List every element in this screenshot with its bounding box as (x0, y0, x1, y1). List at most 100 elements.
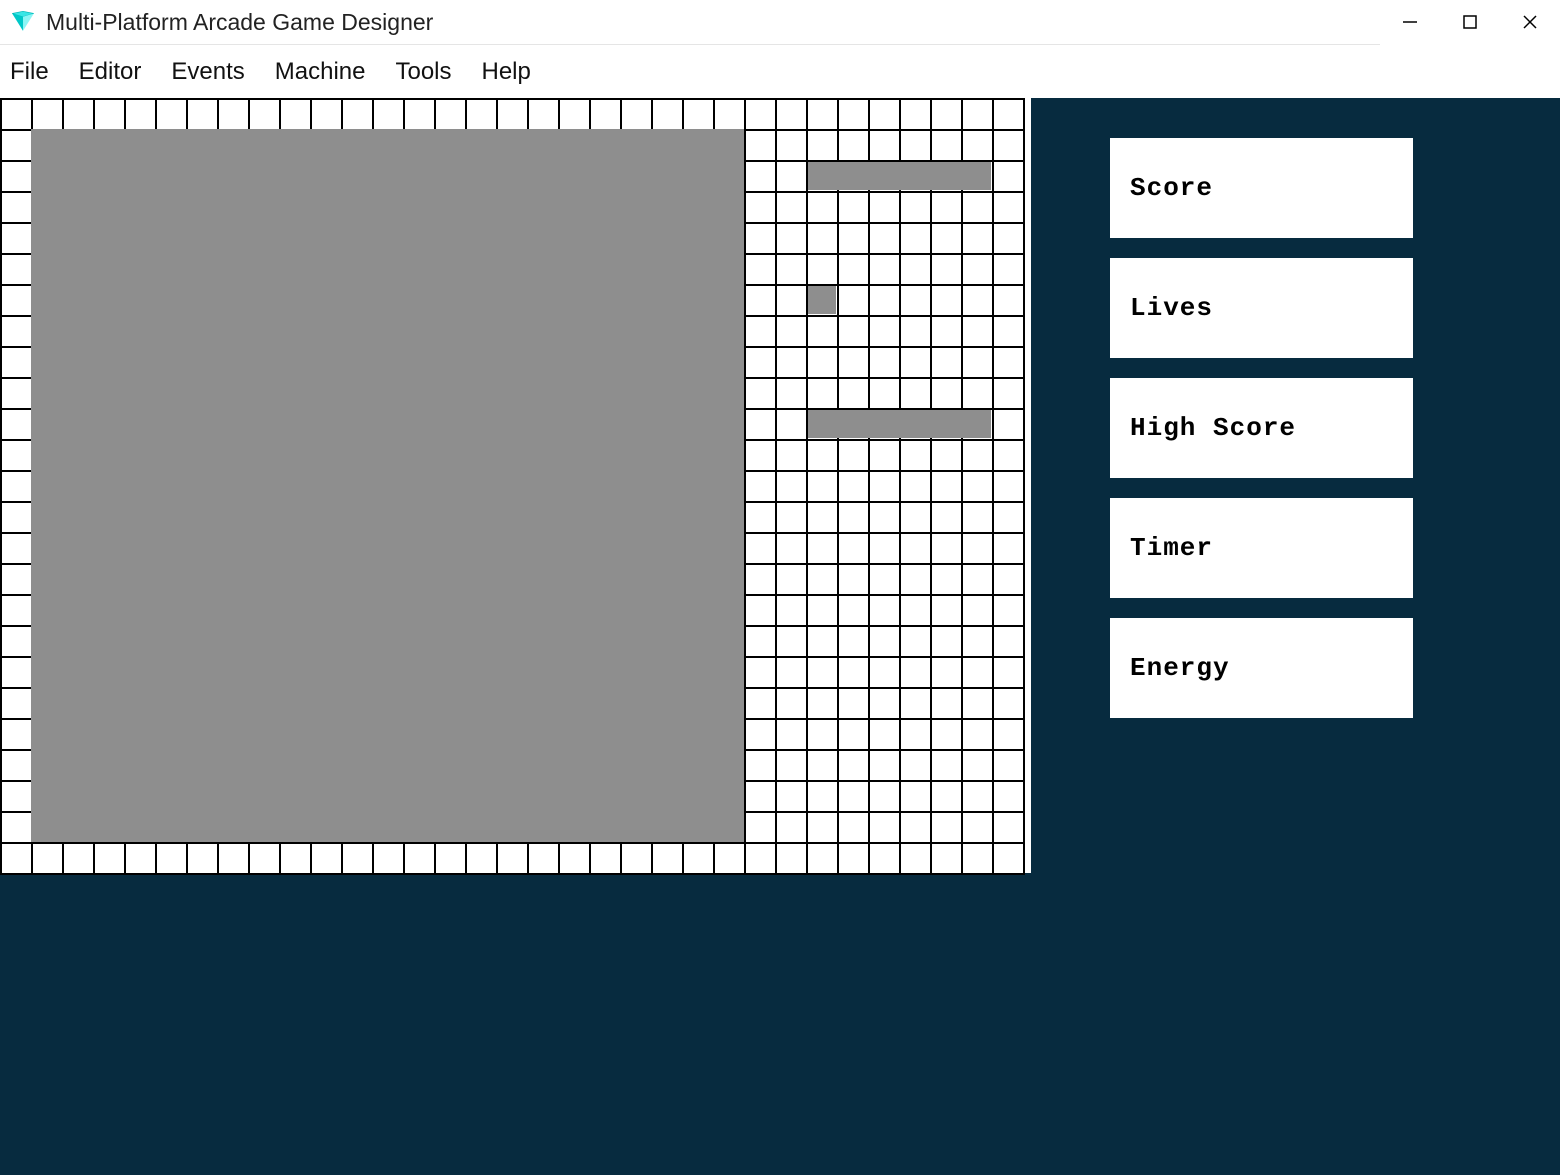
grid-cell[interactable] (0, 594, 33, 627)
grid-cell[interactable] (992, 346, 1025, 379)
menu-tools[interactable]: Tools (395, 58, 451, 86)
grid-cell[interactable] (744, 346, 777, 379)
grid-cell[interactable] (899, 563, 932, 596)
grid-cell[interactable] (868, 439, 901, 472)
grid-cell[interactable] (930, 842, 963, 875)
grid-cell[interactable] (961, 315, 994, 348)
grid-cell[interactable] (806, 532, 839, 565)
grid-cell[interactable] (899, 191, 932, 224)
grid-cell[interactable] (837, 222, 870, 255)
grid-cell[interactable] (0, 563, 33, 596)
grid-cell[interactable] (124, 98, 157, 131)
grid-cell[interactable] (961, 780, 994, 813)
grid-cell[interactable] (744, 594, 777, 627)
grid-cell[interactable] (775, 253, 808, 286)
grid-cell[interactable] (899, 129, 932, 162)
grid-cell[interactable] (806, 346, 839, 379)
grid-cell[interactable] (713, 842, 746, 875)
grid-cell[interactable] (930, 594, 963, 627)
grid-cell[interactable] (837, 687, 870, 720)
grid-cell[interactable] (837, 129, 870, 162)
grid-cell[interactable] (744, 284, 777, 317)
grid-cell[interactable] (0, 687, 33, 720)
grid-cell[interactable] (930, 129, 963, 162)
grid-cell[interactable] (868, 377, 901, 410)
grid-cell[interactable] (837, 532, 870, 565)
grid-cell[interactable] (837, 780, 870, 813)
grid-cell[interactable] (744, 532, 777, 565)
grid-cell[interactable] (837, 98, 870, 131)
grid-cell[interactable] (806, 563, 839, 596)
grid-cell[interactable] (775, 129, 808, 162)
grid-cell[interactable] (992, 842, 1025, 875)
grid-cell[interactable] (806, 842, 839, 875)
grid-cell[interactable] (868, 780, 901, 813)
grid-cell[interactable] (930, 98, 963, 131)
grid-cell[interactable] (775, 563, 808, 596)
hud-button-timer[interactable]: Timer (1110, 498, 1413, 598)
grid-cell[interactable] (868, 842, 901, 875)
close-button[interactable] (1500, 0, 1560, 45)
grid-cell[interactable] (775, 532, 808, 565)
grid-cell[interactable] (806, 315, 839, 348)
grid-cell[interactable] (837, 563, 870, 596)
grid-cell[interactable] (124, 842, 157, 875)
grid-cell[interactable] (775, 501, 808, 534)
grid-cell[interactable] (775, 346, 808, 379)
grid-cell[interactable] (341, 842, 374, 875)
grid-cell[interactable] (837, 656, 870, 689)
grid-cell[interactable] (806, 625, 839, 658)
grid-cell[interactable] (775, 408, 808, 441)
placed-element-1[interactable] (808, 286, 836, 314)
grid-cell[interactable] (93, 98, 126, 131)
grid-cell[interactable] (961, 191, 994, 224)
grid-cell[interactable] (434, 842, 467, 875)
grid-cell[interactable] (868, 532, 901, 565)
grid-cell[interactable] (155, 98, 188, 131)
grid-cell[interactable] (434, 98, 467, 131)
grid-cell[interactable] (372, 842, 405, 875)
grid-cell[interactable] (682, 842, 715, 875)
grid-cell[interactable] (0, 191, 33, 224)
grid-cell[interactable] (868, 253, 901, 286)
grid-cell[interactable] (775, 315, 808, 348)
grid-cell[interactable] (744, 749, 777, 782)
grid-cell[interactable] (589, 98, 622, 131)
grid-cell[interactable] (992, 408, 1025, 441)
grid-cell[interactable] (930, 253, 963, 286)
grid-cell[interactable] (806, 439, 839, 472)
grid-cell[interactable] (248, 842, 281, 875)
grid-cell[interactable] (744, 656, 777, 689)
grid-cell[interactable] (403, 98, 436, 131)
grid-cell[interactable] (992, 501, 1025, 534)
grid-cell[interactable] (961, 656, 994, 689)
grid-cell[interactable] (868, 98, 901, 131)
grid-cell[interactable] (992, 129, 1025, 162)
grid-cell[interactable] (62, 842, 95, 875)
grid-cell[interactable] (992, 222, 1025, 255)
grid-cell[interactable] (992, 315, 1025, 348)
grid-cell[interactable] (806, 749, 839, 782)
grid-cell[interactable] (775, 625, 808, 658)
grid-cell[interactable] (961, 687, 994, 720)
grid-cell[interactable] (930, 780, 963, 813)
minimize-button[interactable] (1380, 0, 1440, 45)
grid-cell[interactable] (0, 408, 33, 441)
grid-cell[interactable] (0, 98, 33, 131)
grid-cell[interactable] (992, 377, 1025, 410)
grid-cell[interactable] (899, 470, 932, 503)
grid-cell[interactable] (930, 222, 963, 255)
grid-cell[interactable] (527, 842, 560, 875)
grid-cell[interactable] (775, 718, 808, 751)
grid-cell[interactable] (744, 253, 777, 286)
grid-cell[interactable] (868, 625, 901, 658)
hud-button-high-score[interactable]: High Score (1110, 378, 1413, 478)
grid-cell[interactable] (806, 98, 839, 131)
grid-cell[interactable] (155, 842, 188, 875)
grid-cell[interactable] (744, 470, 777, 503)
grid-cell[interactable] (992, 718, 1025, 751)
grid-cell[interactable] (806, 377, 839, 410)
grid-cell[interactable] (899, 718, 932, 751)
grid-cell[interactable] (961, 501, 994, 534)
grid-cell[interactable] (992, 160, 1025, 193)
